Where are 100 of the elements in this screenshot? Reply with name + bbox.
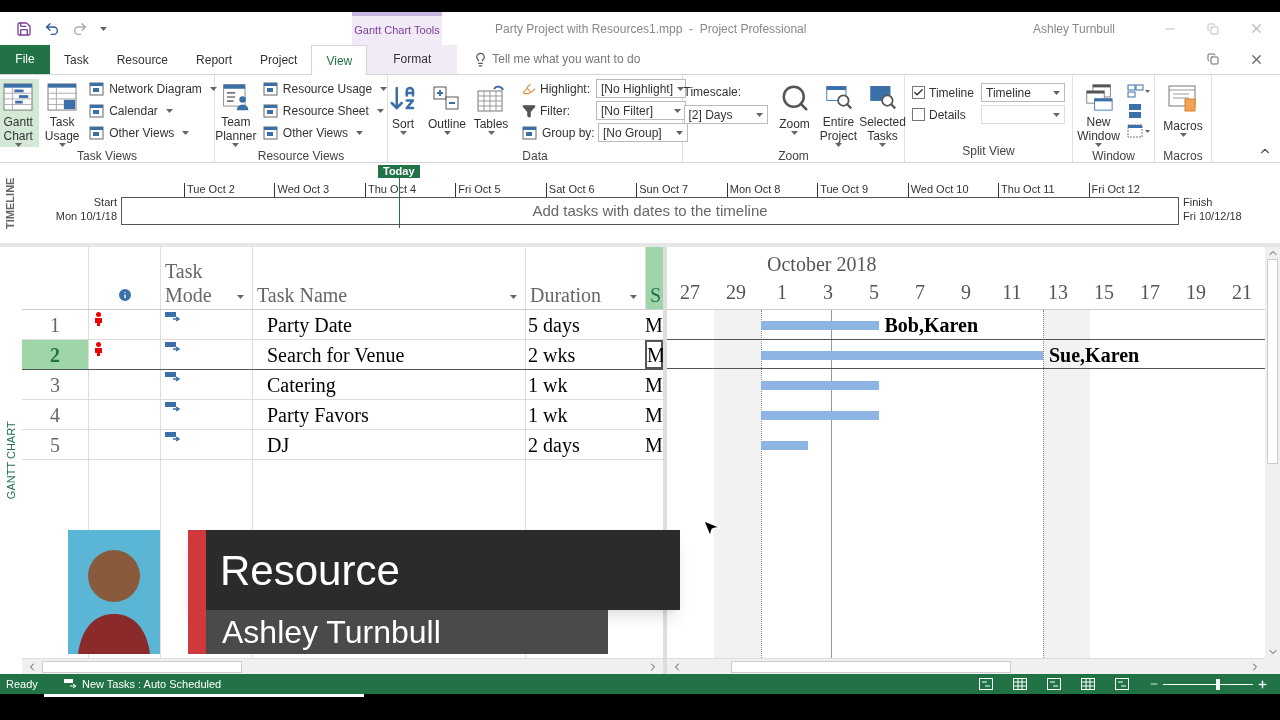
highlight-icon <box>522 81 536 96</box>
dropdown-field[interactable]: [No Filter] <box>596 101 686 120</box>
today-marker: Today <box>378 165 420 178</box>
ribbon-button[interactable]: Tables <box>470 79 512 147</box>
duration-cell: 2 days <box>525 430 645 459</box>
caret-icon <box>1053 112 1060 117</box>
tell-me-field[interactable]: Tell me what you want to do <box>473 44 641 74</box>
save-icon[interactable] <box>16 20 32 37</box>
view-icon <box>89 80 106 97</box>
restore-icon[interactable] <box>1207 22 1219 35</box>
row-number: 2 <box>22 340 88 369</box>
scroll-thumb[interactable] <box>42 660 242 673</box>
column-header[interactable]: Task Name <box>252 247 525 309</box>
restore-icon[interactable] <box>1207 53 1219 65</box>
task-bar[interactable] <box>761 380 879 390</box>
scroll-thumb[interactable] <box>731 660 1011 673</box>
file-tab[interactable]: File <box>0 44 50 74</box>
finish-date: Fri 10/12/18 <box>1183 209 1242 223</box>
column-header[interactable]: Task Mode <box>160 247 252 309</box>
hide-window-icon <box>1127 123 1151 139</box>
undo-icon[interactable] <box>44 20 60 37</box>
task-bar[interactable] <box>761 350 1043 360</box>
outline-icon <box>432 83 462 113</box>
caret-icon <box>676 130 683 135</box>
scroll-thumb[interactable] <box>1267 259 1278 464</box>
caret-icon <box>487 131 495 135</box>
day-header: 19 <box>1185 280 1207 305</box>
gantt-view-icon[interactable] <box>979 678 993 690</box>
status-mode: New Tasks : Auto Scheduled <box>81 676 222 692</box>
caret-icon <box>630 295 637 299</box>
ribbon-button[interactable]: Macros <box>1162 79 1204 147</box>
caret-icon <box>835 143 842 147</box>
report-view-icon[interactable] <box>1115 678 1129 690</box>
timeline-tick: Fri Oct 5 <box>455 183 546 197</box>
dropdown-field[interactable]: [2] Days <box>683 105 768 124</box>
caret-icon <box>380 86 388 91</box>
ribbon-button[interactable]: Zoom <box>773 79 816 147</box>
caret-icon <box>677 86 685 91</box>
ribbon-button[interactable]: Gantt Chart <box>0 79 40 147</box>
dropdown-field[interactable]: [No Group] <box>598 123 688 142</box>
duration-cell: 5 days <box>525 310 645 339</box>
day-header: 29 <box>725 280 747 305</box>
ribbon-tab[interactable]: Report <box>182 45 247 74</box>
table-row[interactable]: 4 Party Favors 1 wk M <box>22 400 663 430</box>
view-icon <box>262 102 279 119</box>
ribbon-tab[interactable]: Project <box>246 45 312 74</box>
planner-view-icon[interactable] <box>1047 678 1061 690</box>
field-label: Highlight: <box>540 80 592 98</box>
ribbon-button[interactable]: Team Planner <box>214 79 257 147</box>
resource-label: Sue,Karen <box>1049 343 1140 368</box>
grid-view-icon[interactable] <box>1081 678 1095 690</box>
caret-icon <box>14 143 22 147</box>
ribbon-tab[interactable]: View <box>311 45 368 75</box>
start-label: Start <box>93 195 117 209</box>
sheet-view-icon[interactable] <box>1013 678 1027 690</box>
day-header: 15 <box>1093 280 1115 305</box>
ribbon-button[interactable]: Outline <box>426 79 468 147</box>
view-menu-button[interactable]: Calendar <box>89 101 217 120</box>
timeline-bar[interactable]: Add tasks with dates to the timeline <box>121 197 1179 225</box>
task-name-cell: Party Date <box>252 310 525 339</box>
dropdown-field[interactable]: [No Highlight] <box>596 79 686 98</box>
zoom-slider[interactable] <box>1163 678 1253 690</box>
ribbon-button[interactable]: Selected Tasks <box>861 79 904 147</box>
checkbox-label: Details <box>929 106 967 124</box>
field-label: Group by: <box>542 124 594 142</box>
ribbon-button[interactable]: New Window <box>1076 79 1121 147</box>
redo-icon[interactable] <box>72 20 88 37</box>
dropdown-field[interactable]: Timeline <box>981 83 1065 102</box>
ribbon-button[interactable]: Task Usage <box>41 79 84 147</box>
ribbon-button[interactable]: Entire Project <box>817 79 860 147</box>
task-bar[interactable] <box>761 410 879 420</box>
checkbox[interactable] <box>912 86 925 99</box>
view-menu-button[interactable]: Network Diagram <box>89 79 217 98</box>
timeline-tick: Tue Oct 2 <box>184 183 275 197</box>
view-icon <box>89 124 106 141</box>
caret-icon <box>1179 133 1187 137</box>
ribbon-tab[interactable]: Task <box>50 45 103 74</box>
auto-schedule-icon <box>165 372 181 383</box>
duration-cell: 1 wk <box>525 370 645 399</box>
timeline-label: TIMELINE <box>3 177 18 229</box>
column-header[interactable]: S <box>645 247 663 309</box>
task-bar[interactable] <box>761 440 808 450</box>
task-bar[interactable] <box>761 320 879 330</box>
row-number: 4 <box>49 403 61 428</box>
view-menu-button[interactable]: Resource Usage <box>262 79 388 98</box>
contextual-group-label: Gantt Chart Tools <box>352 12 442 45</box>
auto-schedule-icon <box>165 432 181 443</box>
zoom-in-icon[interactable] <box>1257 678 1268 690</box>
start-cell-text: M <box>645 433 663 458</box>
duration-cell: 1 wk <box>525 400 645 429</box>
table-row[interactable]: 3 Catering 1 wk M <box>22 370 663 400</box>
checkbox[interactable] <box>912 108 925 121</box>
ribbon-tab[interactable]: Format <box>367 44 458 74</box>
view-menu-button[interactable]: Other Views <box>89 123 217 142</box>
zoom-thumb[interactable] <box>1216 678 1221 690</box>
user-name: Ashley Turnbull <box>1032 20 1115 38</box>
table-row[interactable]: 5 DJ 2 days M <box>22 430 663 460</box>
ribbon-tab[interactable]: Resource <box>102 45 183 74</box>
table-row[interactable]: 1 Party Date 5 days M <box>22 310 663 340</box>
start-date: Mon 10/1/18 <box>55 209 117 223</box>
